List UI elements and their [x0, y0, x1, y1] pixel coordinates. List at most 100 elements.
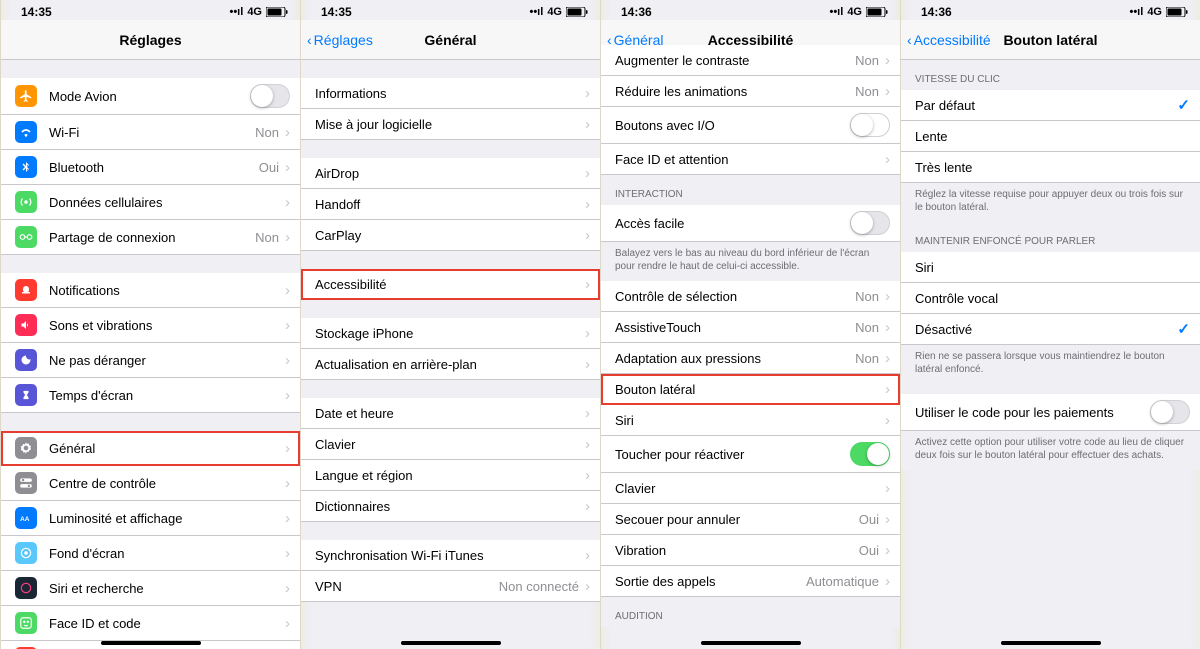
row-dictionaries[interactable]: Dictionnaires›	[301, 491, 600, 522]
reachability-toggle[interactable]	[850, 211, 890, 235]
row-wifi[interactable]: Wi-Fi Non ›	[1, 115, 300, 150]
home-indicator[interactable]	[701, 641, 801, 645]
row-hold-siri[interactable]: Siri	[901, 252, 1200, 283]
row-siri[interactable]: Siri et recherche ›	[1, 571, 300, 606]
row-itunes-sync[interactable]: Synchronisation Wi-Fi iTunes›	[301, 540, 600, 571]
row-siri[interactable]: Siri›	[601, 405, 900, 436]
airplane-icon	[15, 85, 37, 107]
io-toggle[interactable]	[850, 113, 890, 137]
passcode-pay-toggle[interactable]	[1150, 400, 1190, 424]
row-bg-refresh[interactable]: Actualisation en arrière-plan›	[301, 349, 600, 380]
row-label: Actualisation en arrière-plan	[315, 357, 585, 372]
row-hold-voice[interactable]: Contrôle vocal	[901, 283, 1200, 314]
row-language[interactable]: Langue et région›	[301, 460, 600, 491]
row-speed-slowest[interactable]: Très lente	[901, 152, 1200, 183]
chevron-right-icon: ›	[285, 615, 290, 632]
row-label: Partage de connexion	[49, 230, 255, 245]
row-assistivetouch[interactable]: AssistiveTouchNon›	[601, 312, 900, 343]
network-label: 4G	[547, 6, 562, 18]
row-control-center[interactable]: Centre de contrôle ›	[1, 466, 300, 501]
screen-settings: 14:35 ••ıl 4G Réglages Mode Avion Wi-Fi …	[0, 0, 300, 649]
row-touch-accommodations[interactable]: Adaptation aux pressionsNon›	[601, 343, 900, 374]
row-label: Adaptation aux pressions	[615, 351, 855, 366]
row-label: Date et heure	[315, 406, 585, 421]
row-label: Fond d'écran	[49, 546, 285, 561]
row-display[interactable]: AA Luminosité et affichage ›	[1, 501, 300, 536]
tap-to-wake-toggle[interactable]	[850, 442, 890, 466]
row-airdrop[interactable]: AirDrop›	[301, 158, 600, 189]
row-airplane[interactable]: Mode Avion	[1, 78, 300, 115]
row-reachability[interactable]: Accès facile	[601, 205, 900, 242]
network-label: 4G	[1147, 6, 1162, 18]
chevron-right-icon: ›	[285, 352, 290, 369]
row-value: Non	[855, 289, 879, 304]
row-wallpaper[interactable]: Fond d'écran ›	[1, 536, 300, 571]
row-datetime[interactable]: Date et heure›	[301, 398, 600, 429]
row-label: Centre de contrôle	[49, 476, 285, 491]
row-notifications[interactable]: Notifications ›	[1, 273, 300, 308]
section-header: AUDITION	[601, 597, 900, 627]
row-bluetooth[interactable]: Bluetooth Oui ›	[1, 150, 300, 185]
status-bar: 14:36 ••ıl 4G	[901, 0, 1200, 20]
row-tap-to-wake[interactable]: Toucher pour réactiver	[601, 436, 900, 473]
row-label: Handoff	[315, 197, 585, 212]
row-vpn[interactable]: VPNNon connecté›	[301, 571, 600, 602]
row-label: Données cellulaires	[49, 195, 285, 210]
row-increase-contrast[interactable]: Augmenter le contrasteNon›	[601, 45, 900, 76]
row-keyboard[interactable]: Clavier›	[601, 473, 900, 504]
row-label: Très lente	[915, 160, 1190, 175]
home-indicator[interactable]	[1001, 641, 1101, 645]
back-button[interactable]: ‹Accessibilité	[907, 32, 991, 48]
row-side-button[interactable]: Bouton latéral›	[601, 374, 900, 405]
chevron-right-icon: ›	[885, 288, 890, 305]
row-passcode-payments[interactable]: Utiliser le code pour les paiements	[901, 394, 1200, 431]
row-call-routing[interactable]: Sortie des appelsAutomatique›	[601, 566, 900, 597]
row-label: Clavier	[315, 437, 585, 452]
row-handoff[interactable]: Handoff›	[301, 189, 600, 220]
airplane-toggle[interactable]	[250, 84, 290, 108]
row-storage[interactable]: Stockage iPhone›	[301, 318, 600, 349]
row-shake-to-undo[interactable]: Secouer pour annulerOui›	[601, 504, 900, 535]
row-label: Lente	[915, 129, 1190, 144]
row-speed-slow[interactable]: Lente	[901, 121, 1200, 152]
row-faceid-attention[interactable]: Face ID et attention›	[601, 144, 900, 175]
row-hold-off[interactable]: Désactivé✓	[901, 314, 1200, 345]
back-button[interactable]: ‹Réglages	[307, 32, 373, 48]
row-vibration[interactable]: VibrationOui›	[601, 535, 900, 566]
row-hotspot[interactable]: Partage de connexion Non ›	[1, 220, 300, 255]
row-accessibility[interactable]: Accessibilité›	[301, 269, 600, 300]
row-faceid[interactable]: Face ID et code ›	[1, 606, 300, 641]
section-header: INTERACTION	[601, 175, 900, 205]
row-value: Non	[855, 351, 879, 366]
home-indicator[interactable]	[101, 641, 201, 645]
chevron-right-icon: ›	[585, 356, 590, 373]
battery-icon	[566, 7, 588, 17]
row-reduce-motion[interactable]: Réduire les animationsNon›	[601, 76, 900, 107]
chevron-right-icon: ›	[285, 510, 290, 527]
status-right: ••ıl 4G	[229, 6, 288, 18]
row-screentime[interactable]: Temps d'écran ›	[1, 378, 300, 413]
svg-text:AA: AA	[20, 516, 30, 523]
row-label: Mise à jour logicielle	[315, 117, 585, 132]
chevron-right-icon: ›	[585, 227, 590, 244]
row-speed-default[interactable]: Par défaut✓	[901, 90, 1200, 121]
row-switch-control[interactable]: Contrôle de sélectionNon›	[601, 281, 900, 312]
home-indicator[interactable]	[401, 641, 501, 645]
row-label: Désactivé	[915, 322, 1177, 337]
network-label: 4G	[247, 6, 262, 18]
row-keyboard[interactable]: Clavier›	[301, 429, 600, 460]
row-dnd[interactable]: Ne pas déranger ›	[1, 343, 300, 378]
row-label: Par défaut	[915, 98, 1177, 113]
row-carplay[interactable]: CarPlay›	[301, 220, 600, 251]
cellular-icon	[15, 191, 37, 213]
row-io-labels[interactable]: Boutons avec I/O	[601, 107, 900, 144]
chevron-right-icon: ›	[585, 116, 590, 133]
row-label: Siri	[615, 413, 885, 428]
row-label: Ne pas déranger	[49, 353, 285, 368]
row-sounds[interactable]: Sons et vibrations ›	[1, 308, 300, 343]
row-software-update[interactable]: Mise à jour logicielle›	[301, 109, 600, 140]
row-general[interactable]: Général ›	[1, 431, 300, 466]
row-about[interactable]: Informations›	[301, 78, 600, 109]
wifi-icon	[15, 121, 37, 143]
row-cellular[interactable]: Données cellulaires ›	[1, 185, 300, 220]
